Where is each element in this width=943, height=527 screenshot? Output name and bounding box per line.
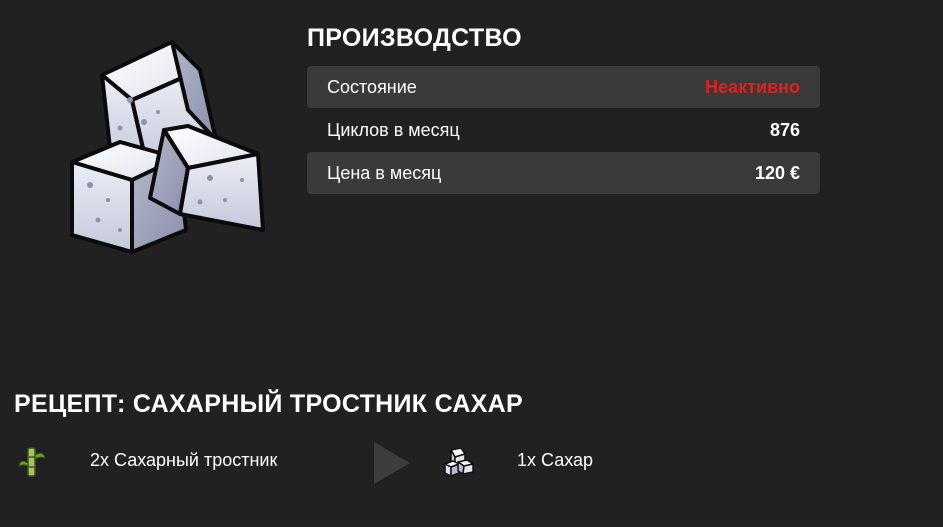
sugar-cubes-icon (70, 40, 265, 254)
production-stats: Состояние Неактивно Циклов в месяц 876 Ц… (307, 66, 820, 195)
arrow-right-icon (374, 442, 410, 484)
stat-row-cycles: Циклов в месяц 876 (307, 109, 820, 151)
sugar-cubes-icon (444, 448, 474, 477)
recipe-input-label: 2x Сахарный тростник (90, 450, 278, 470)
production-title: ПРОИЗВОДСТВО (307, 24, 522, 52)
stat-row-status: Состояние Неактивно (307, 66, 820, 108)
stat-value-cycles: 876 (769, 119, 800, 140)
recipe-title: РЕЦЕПТ: САХАРНЫЙ ТРОСТНИК САХАР (14, 390, 523, 418)
recipe-output-label: 1x Сахар (517, 450, 594, 470)
status-badge: Неактивно (705, 76, 800, 97)
stat-label-cycles: Циклов в месяц (327, 119, 460, 140)
sugarcane-icon (18, 447, 46, 477)
stat-row-price: Цена в месяц 120 € (307, 152, 820, 194)
stat-label-price: Цена в месяц (327, 162, 442, 183)
stat-value-price: 120 € (754, 162, 800, 183)
stat-label-status: Состояние (327, 76, 417, 97)
recipe-row: 2x Сахарный тростник 1x Сахар (0, 440, 943, 484)
